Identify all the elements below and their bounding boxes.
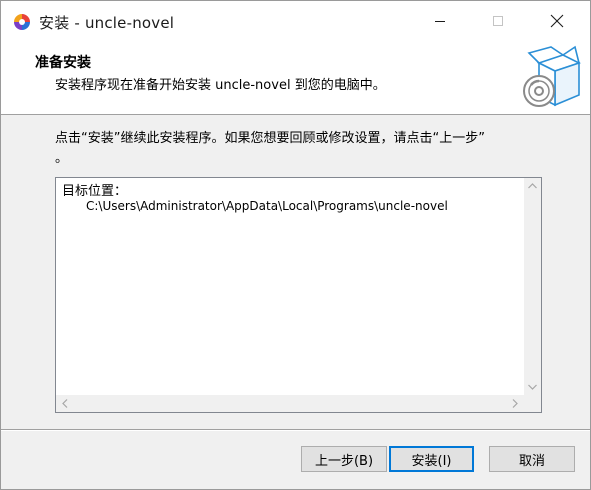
minimize-button[interactable] — [417, 1, 463, 41]
title-bar[interactable]: 安装 - uncle-novel — [1, 1, 590, 41]
footer-divider — [1, 429, 590, 431]
page-subtitle: 安装程序现在准备开始安装 uncle-novel 到您的电脑中。 — [55, 78, 386, 93]
scrollbar-corner — [524, 395, 541, 412]
scroll-left-icon[interactable] — [62, 399, 68, 408]
install-box-icon — [523, 45, 581, 107]
instruction-line-2: 。 — [55, 151, 69, 166]
app-icon — [14, 14, 30, 30]
page-title: 准备安装 — [35, 55, 91, 71]
instruction-text: 点击“安装”继续此安装程序。如果您想要回顾或修改设置，请点击“上一步” 。 — [55, 129, 555, 169]
close-icon — [550, 14, 564, 28]
window-title: 安装 - uncle-novel — [39, 14, 175, 32]
scroll-right-icon[interactable] — [512, 399, 518, 408]
horizontal-scrollbar[interactable] — [56, 395, 524, 412]
summary-memo[interactable]: 目标位置： C:\Users\Administrator\AppData\Loc… — [55, 177, 542, 413]
minimize-icon — [435, 21, 445, 22]
wizard-header: 准备安装 安装程序现在准备开始安装 uncle-novel 到您的电脑中。 — [1, 41, 590, 115]
maximize-icon — [493, 16, 503, 26]
maximize-button[interactable] — [475, 1, 521, 41]
close-button[interactable] — [534, 1, 580, 41]
instruction-line-1: 点击“安装”继续此安装程序。如果您想要回顾或修改设置，请点击“上一步” — [55, 131, 485, 146]
back-button[interactable]: 上一步(B) — [301, 446, 387, 472]
installer-window: 安装 - uncle-novel 准备安装 安装程序现在准备开始安装 uncle… — [0, 0, 591, 490]
cancel-button[interactable]: 取消 — [489, 446, 575, 472]
destination-path: C:\Users\Administrator\AppData\Local\Pro… — [86, 199, 448, 213]
destination-label: 目标位置： — [62, 184, 128, 199]
scroll-down-icon[interactable] — [528, 384, 537, 390]
vertical-scrollbar[interactable] — [524, 178, 541, 395]
install-button[interactable]: 安装(I) — [389, 446, 474, 472]
scroll-up-icon[interactable] — [528, 183, 537, 189]
